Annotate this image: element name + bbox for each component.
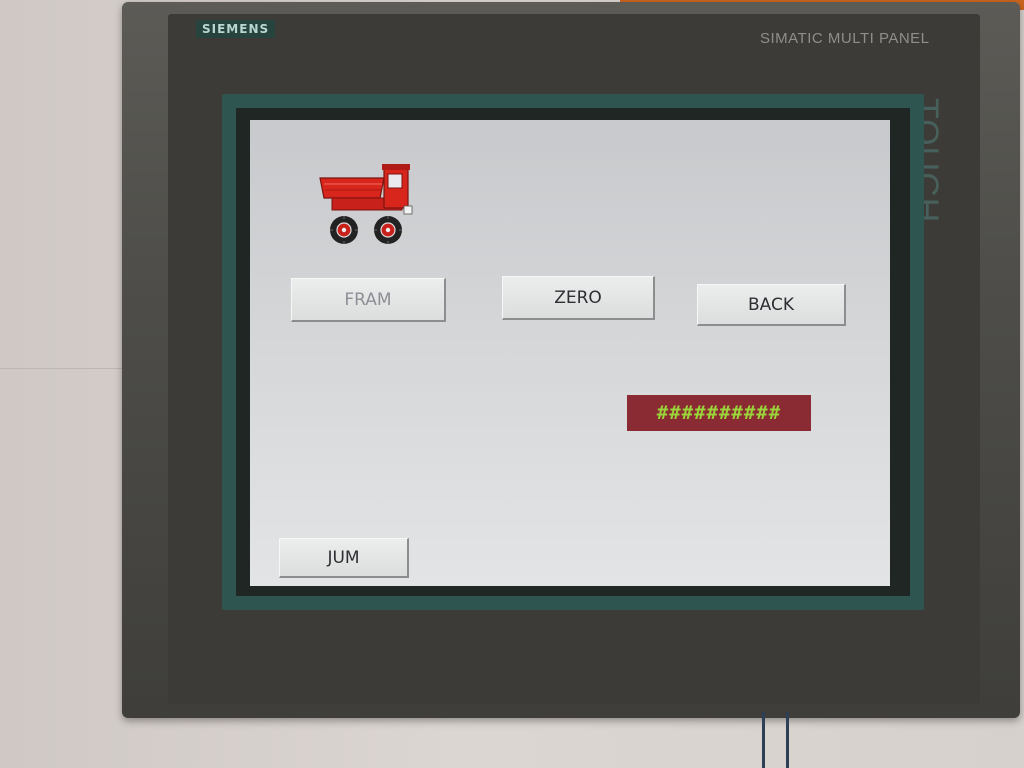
brand-logo: SIEMENS xyxy=(196,20,276,38)
hmi-screen: FRAM ZERO BACK ########## JUM xyxy=(250,120,890,586)
back-button[interactable]: BACK xyxy=(697,284,846,326)
cable-left xyxy=(762,712,765,768)
fram-button[interactable]: FRAM xyxy=(291,278,446,322)
model-label: SIMATIC MULTI PANEL xyxy=(760,30,930,47)
zero-button[interactable]: ZERO xyxy=(502,276,655,320)
wall-seam xyxy=(0,368,130,369)
dump-truck-icon xyxy=(318,162,414,254)
jum-button[interactable]: JUM xyxy=(279,538,409,578)
cable-right xyxy=(786,712,789,768)
value-display: ########## xyxy=(627,395,811,431)
